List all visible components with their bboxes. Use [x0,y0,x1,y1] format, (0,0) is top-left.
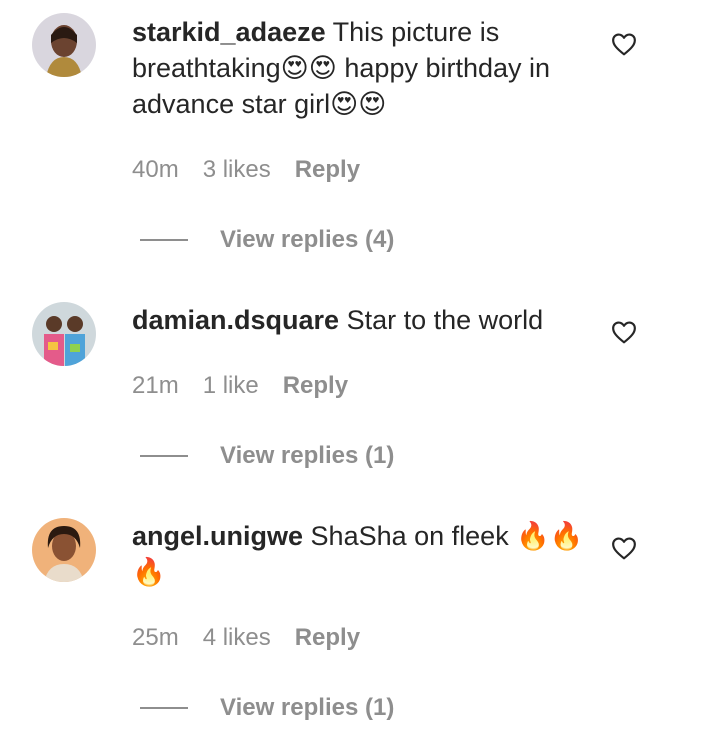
comment-timestamp: 25m [132,624,179,651]
reply-button[interactable]: Reply [295,624,360,652]
divider-line [140,707,188,709]
comment-item: angel.unigwe ShaSha on fleek 🔥🔥🔥 25m 4 l… [0,0,716,730]
comment-username[interactable]: angel.unigwe [132,521,303,551]
avatar[interactable] [32,518,96,582]
heart-outline-icon[interactable] [611,536,637,560]
comment-text: angel.unigwe ShaSha on fleek 🔥🔥🔥 [132,518,592,590]
comment-like-count[interactable]: 4 likes [203,624,271,652]
view-replies-button[interactable]: View replies (1) [140,694,394,722]
comment-meta: 25m 4 likes Reply [132,624,360,652]
view-replies-label: View replies (1) [220,694,395,721]
avatar-image [32,518,96,582]
